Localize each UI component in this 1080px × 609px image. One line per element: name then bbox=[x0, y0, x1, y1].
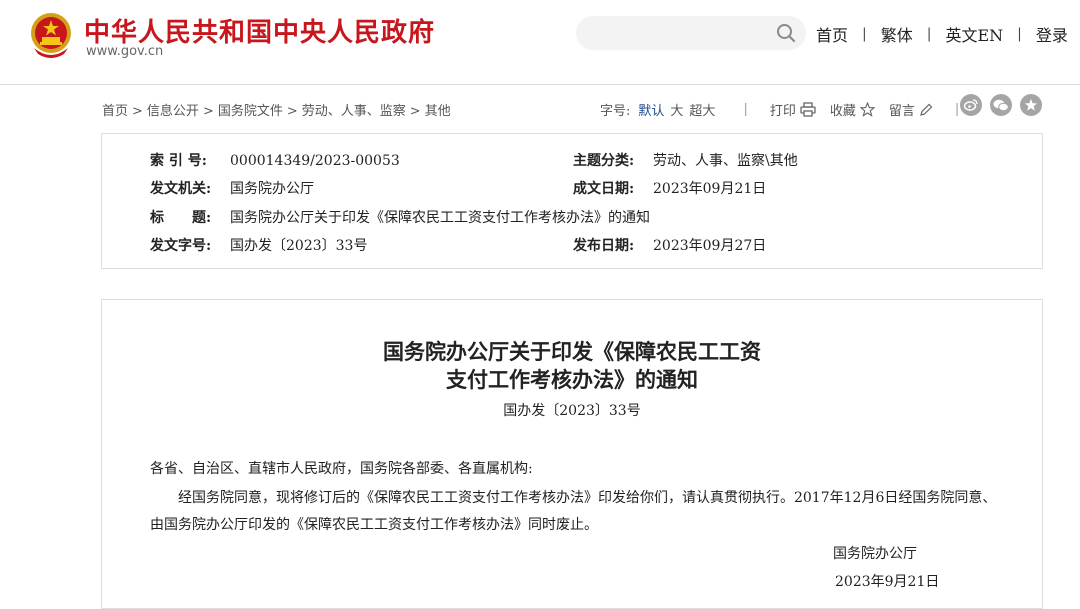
breadcrumb-labor[interactable]: 劳动、人事、监察 bbox=[302, 104, 406, 119]
font-size-large[interactable]: 大 bbox=[670, 100, 683, 119]
national-emblem-icon[interactable] bbox=[28, 10, 74, 60]
article-signature: 国务院办公厅 bbox=[833, 546, 917, 562]
meta-value: 国务院办公厅关于印发《保障农民工工资支付工作考核办法》的通知 bbox=[230, 210, 650, 226]
font-size-label: 字号: bbox=[600, 104, 631, 119]
breadcrumb-separator: > bbox=[132, 104, 143, 119]
meta-value: 2023年09月27日 bbox=[653, 238, 767, 254]
breadcrumb-separator: > bbox=[409, 104, 421, 119]
meta-label: 发文字号: bbox=[150, 238, 212, 254]
breadcrumb: 首页 > 信息公开 > 国务院文件 > 劳动、人事、监察 > 其他 bbox=[102, 100, 451, 119]
print-label: 打印 bbox=[769, 104, 796, 119]
favorite-button[interactable]: 收藏 bbox=[830, 100, 875, 119]
meta-value: 2023年09月21日 bbox=[653, 181, 767, 197]
qzone-share-icon[interactable] bbox=[1020, 94, 1042, 116]
meta-index-no: 索 引 号: 000014349/2023-00053 bbox=[150, 150, 400, 172]
meta-topic: 主题分类: 劳动、人事、监察\其他 bbox=[573, 150, 798, 172]
article-salutation: 各省、自治区、直辖市人民政府，国务院各部委、各直属机构: bbox=[150, 461, 533, 477]
meta-issuer: 发文机关: 国务院办公厅 bbox=[150, 178, 314, 200]
pencil-icon bbox=[920, 103, 933, 116]
print-button[interactable]: 打印 bbox=[770, 100, 816, 119]
site-header: 中华人民共和国中央人民政府 www.gov.cn 首页 | 繁体 | 英文EN … bbox=[0, 0, 1080, 85]
meta-value: 劳动、人事、监察\其他 bbox=[653, 153, 798, 169]
breadcrumb-other[interactable]: 其他 bbox=[425, 104, 451, 119]
meta-label: 主题分类: bbox=[573, 153, 635, 169]
printer-icon bbox=[800, 102, 816, 117]
meta-date-written: 成文日期: 2023年09月21日 bbox=[573, 178, 766, 200]
comment-button[interactable]: 留言 bbox=[889, 100, 933, 119]
meta-label: 发布日期: bbox=[573, 238, 635, 254]
breadcrumb-separator: > bbox=[202, 104, 214, 119]
tools-separator: | bbox=[743, 102, 748, 117]
article-paragraph: 由国务院办公厅印发的《保障农民工工资支付工作考核办法》同时废止。 bbox=[150, 517, 598, 533]
nav-separator: | bbox=[1017, 26, 1022, 42]
document-metadata: 索 引 号: 000014349/2023-00053 主题分类: 劳动、人事、监察… bbox=[101, 133, 1043, 269]
meta-value: 国务院办公厅 bbox=[230, 181, 314, 197]
weibo-share-icon[interactable] bbox=[960, 94, 982, 116]
meta-label: 发文机关: bbox=[150, 181, 212, 197]
favorite-label: 收藏 bbox=[829, 104, 856, 119]
font-size-default[interactable]: 默认 bbox=[638, 100, 664, 119]
meta-doc-no: 发文字号: 国办发〔2023〕33号 bbox=[150, 235, 367, 257]
breadcrumb-home[interactable]: 首页 bbox=[102, 104, 128, 119]
article-paragraph: 经国务院同意，现将修订后的《保障农民工工资支付工作考核办法》印发给你们，请认真贯… bbox=[178, 490, 997, 506]
nav-traditional[interactable]: 繁体 bbox=[881, 22, 913, 46]
meta-publish-date: 发布日期: 2023年09月27日 bbox=[573, 235, 766, 257]
meta-label: 成文日期: bbox=[573, 181, 635, 197]
tools-separator: | bbox=[954, 102, 960, 117]
meta-value: 000014349/2023-00053 bbox=[230, 153, 400, 169]
article-content: 国务院办公厅关于印发《保障农民工工资 支付工作考核办法》的通知 国办发〔2023… bbox=[101, 299, 1043, 609]
share-buttons bbox=[960, 94, 1050, 116]
nav-separator: | bbox=[862, 26, 867, 42]
breadcrumb-info-public[interactable]: 信息公开 bbox=[147, 104, 199, 119]
meta-value: 国办发〔2023〕33号 bbox=[230, 238, 368, 254]
article-sign-date: 2023年9月21日 bbox=[835, 574, 940, 590]
breadcrumb-state-council-docs[interactable]: 国务院文件 bbox=[218, 104, 283, 119]
nav-home[interactable]: 首页 bbox=[816, 22, 848, 46]
article-doc-number: 国办发〔2023〕33号 bbox=[503, 403, 641, 419]
star-icon bbox=[859, 102, 875, 117]
nav-login[interactable]: 登录 bbox=[1036, 22, 1068, 46]
site-url[interactable]: www.gov.cn bbox=[86, 44, 163, 59]
nav-english[interactable]: 英文EN bbox=[945, 22, 1003, 46]
search-box bbox=[576, 16, 806, 50]
comment-label: 留言 bbox=[888, 104, 915, 119]
top-nav: 首页 | 繁体 | 英文EN | 登录 bbox=[816, 22, 1068, 46]
meta-label: 索 引 号: bbox=[150, 153, 207, 169]
meta-title: 标 题: 国务院办公厅关于印发《保障农民工工资支付工作考核办法》的通知 bbox=[150, 207, 650, 229]
nav-separator: | bbox=[926, 26, 932, 42]
article-title: 国务院办公厅关于印发《保障农民工工资 支付工作考核办法》的通知 bbox=[102, 338, 1042, 394]
article-title-line: 国务院办公厅关于印发《保障农民工工资 bbox=[383, 339, 761, 364]
wechat-share-icon[interactable] bbox=[990, 94, 1012, 116]
article-title-line: 支付工作考核办法》的通知 bbox=[446, 367, 698, 392]
page-tools: 字号: 默认 大 超大 | 打印 收藏 留言 | bbox=[600, 100, 981, 119]
sub-toolbar: 首页 > 信息公开 > 国务院文件 > 劳动、人事、监察 > 其他 字号: 默认 大 超大 | … bbox=[102, 94, 1042, 122]
search-input[interactable] bbox=[590, 22, 774, 46]
font-size-xlarge[interactable]: 超大 bbox=[689, 100, 715, 119]
meta-label: 标 题: bbox=[150, 210, 212, 226]
search-icon[interactable] bbox=[776, 23, 796, 43]
breadcrumb-separator: > bbox=[286, 104, 298, 119]
